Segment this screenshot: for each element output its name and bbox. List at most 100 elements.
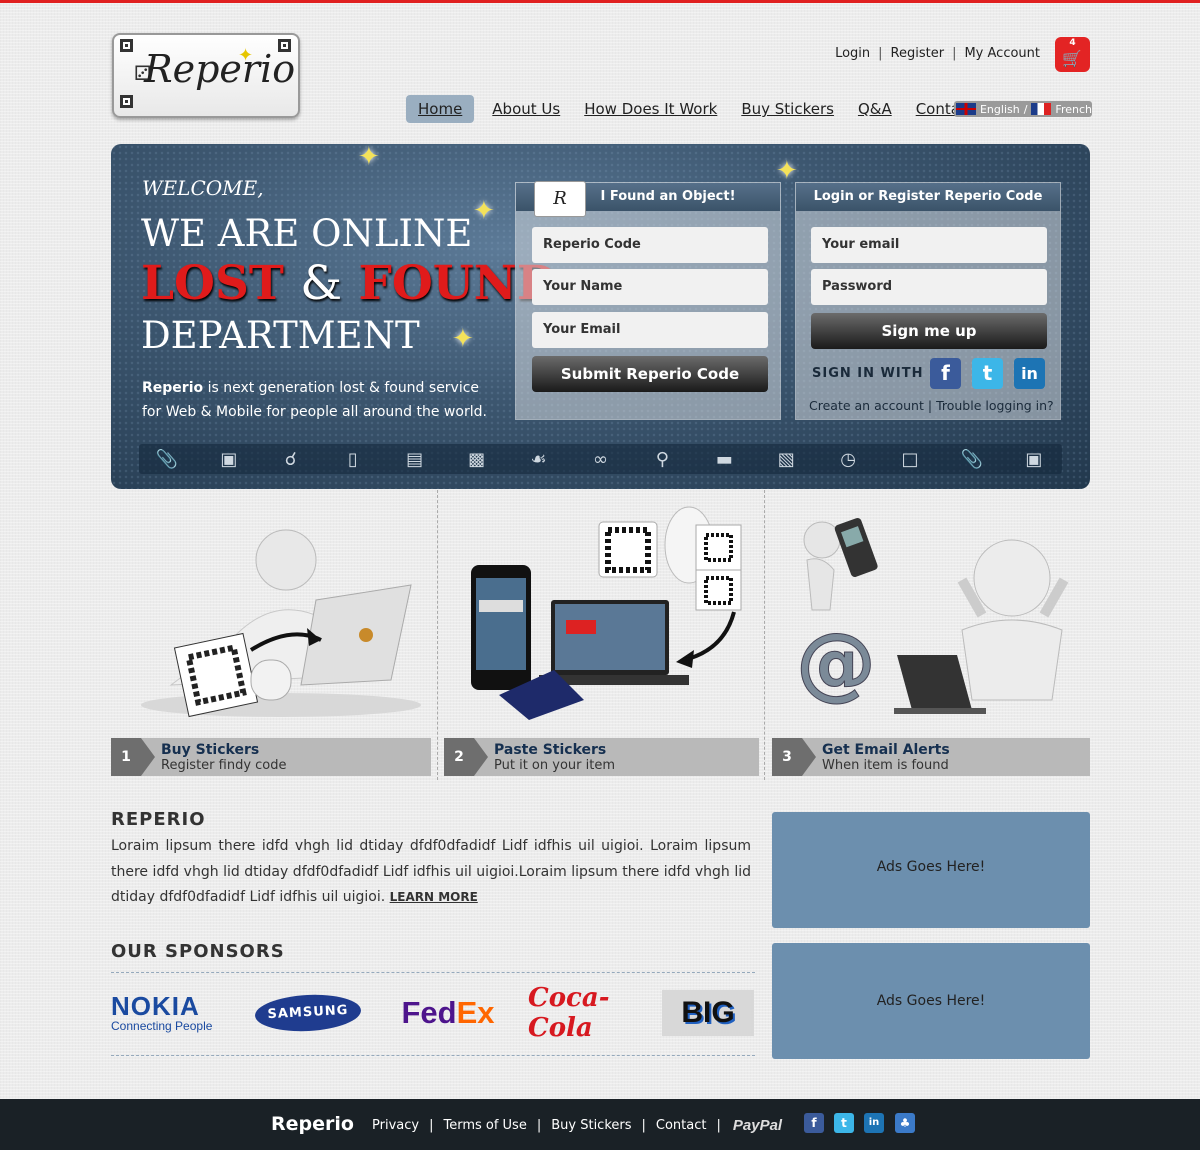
facebook-icon[interactable]: f: [930, 358, 961, 389]
login-panel-title: Login or Register Reperio Code: [796, 183, 1060, 211]
ad-slot[interactable]: Ads Goes Here!: [772, 812, 1090, 928]
found-object-form: I Found an Object! R Reperio Code Your N…: [515, 181, 781, 420]
hero-headline-2: LOST & FOUND: [141, 256, 558, 311]
step-1: 1 Buy Stickers Register findy code: [111, 490, 431, 780]
login-form: Login or Register Reperio Code Your emai…: [795, 182, 1061, 420]
lang-french[interactable]: French: [1055, 103, 1092, 116]
nav-buy-stickers[interactable]: Buy Stickers: [741, 100, 834, 118]
sponsors-title: OUR SPONSORS: [111, 941, 285, 962]
earphones-icon: ☙: [530, 448, 547, 470]
about-title: REPERIO: [111, 809, 206, 830]
site-logo[interactable]: ⚂ ✦ Reperio: [112, 33, 300, 118]
camera-icon: ▣: [1025, 448, 1043, 470]
footer-links: Privacy | Terms of Use | Buy Stickers | Con…: [372, 1117, 783, 1134]
sign-up-button[interactable]: Sign me up: [811, 313, 1047, 349]
qr-corner-icon: [120, 39, 133, 52]
paste-stickers-illustration: [471, 506, 742, 720]
glasses-icon: ∞: [592, 448, 608, 470]
sponsor-fedex-logo[interactable]: Fed Ex: [400, 990, 496, 1036]
uk-flag-icon[interactable]: [956, 103, 976, 115]
step-number: 1: [111, 738, 155, 776]
phone-icon: ▯: [347, 448, 358, 470]
step-number: 3: [772, 738, 816, 776]
briefcase-icon: ▧: [777, 448, 795, 470]
email-alerts-illustration: @: [796, 517, 1069, 714]
camcorder-icon: ▩: [468, 448, 486, 470]
logo-text: Reperio: [144, 47, 296, 91]
top-accent-bar: [0, 0, 1200, 3]
step-2: 2 Paste Stickers Put it on your item: [444, 490, 759, 780]
nav-home[interactable]: Home: [406, 95, 475, 123]
step-subtitle: Register findy code: [161, 758, 287, 773]
hero-description: Reperio is next generation lost & found …: [142, 380, 487, 420]
hero-headline-1: WE ARE ONLINE: [141, 212, 473, 255]
footer-buy-stickers-link[interactable]: Buy Stickers: [551, 1118, 631, 1133]
footer-privacy-link[interactable]: Privacy: [372, 1118, 419, 1133]
sparkle-icon: ✦: [452, 324, 474, 354]
about-text: Loraim lipsum there idfd vhgh lid dtiday…: [111, 838, 751, 905]
cart-button[interactable]: 4 🛒: [1055, 37, 1090, 72]
wallet-icon: ▬: [715, 448, 733, 470]
your-email-input[interactable]: Your Email: [532, 312, 768, 348]
account-help-links: Create an account | Trouble logging in?: [809, 398, 1054, 413]
reperio-code-input[interactable]: Reperio Code: [532, 227, 768, 263]
password-input[interactable]: Password: [811, 269, 1047, 305]
paperclip-icon: 📎: [960, 448, 984, 470]
paypal-logo: PayPal: [732, 1117, 783, 1134]
key-icon: ⚲: [655, 448, 669, 470]
hero-banner: ✦ ✦ ✦ ✦ WELCOME, WE ARE ONLINE LOST & FO…: [111, 144, 1090, 489]
found-panel-title: I Found an Object!: [600, 189, 736, 204]
sponsor-big-logo[interactable]: BIG: [662, 990, 754, 1036]
headphones-icon: ☌: [284, 448, 297, 470]
linkedin-icon[interactable]: in: [864, 1113, 884, 1133]
login-link[interactable]: Login: [835, 46, 870, 61]
sign-in-with-label: SIGN IN WITH: [812, 366, 924, 381]
cart-count-badge: 4: [1069, 38, 1076, 48]
main-nav: Home About Us How Does It Work Buy Stick…: [406, 95, 998, 123]
camera-icon: ▣: [220, 448, 238, 470]
mini-logo-icon: R: [534, 181, 586, 217]
account-links: Login | Register | My Account: [835, 46, 1040, 61]
footer-contact-link[interactable]: Contact: [656, 1118, 707, 1133]
divider: [111, 972, 755, 973]
item-icons-strip: 📎 ▣ ☌ ▯ ▤ ▩ ☙ ∞ ⚲ ▬ ▧ ◷ □ 📎 ▣: [139, 444, 1062, 474]
trouble-login-link[interactable]: Trouble logging in?: [936, 398, 1054, 413]
twitter-icon[interactable]: t: [972, 358, 1003, 389]
step-title: Buy Stickers: [161, 742, 260, 758]
ad-slot[interactable]: Ads Goes Here!: [772, 943, 1090, 1059]
sponsor-cocacola-logo[interactable]: Coca-Cola: [528, 983, 630, 1043]
lang-english[interactable]: English: [980, 103, 1020, 116]
cart-icon: 🛒: [1062, 49, 1082, 68]
footer-brand[interactable]: Reperio: [271, 1113, 354, 1135]
divider: [111, 1055, 755, 1056]
nav-qa[interactable]: Q&A: [858, 100, 892, 118]
monitor-icon: ▤: [406, 448, 424, 470]
qr-corner-icon: [120, 95, 133, 108]
sponsor-nokia-logo[interactable]: NOKIA Connecting People: [111, 990, 215, 1036]
svg-text:@: @: [796, 616, 876, 709]
sparkle-icon: ✦: [358, 144, 380, 172]
create-account-link[interactable]: Create an account: [809, 398, 924, 413]
france-flag-icon[interactable]: [1031, 103, 1052, 115]
step-title: Paste Stickers: [494, 742, 607, 758]
language-switcher: English / French: [954, 101, 1092, 117]
nav-about-us[interactable]: About Us: [492, 100, 560, 118]
submit-code-button[interactable]: Submit Reperio Code: [532, 356, 768, 392]
paperclip-icon: 📎: [155, 448, 179, 470]
twitter-icon[interactable]: t: [834, 1113, 854, 1133]
my-account-link[interactable]: My Account: [964, 46, 1040, 61]
share-icon[interactable]: ♣: [895, 1113, 915, 1133]
watch-icon: ◷: [840, 448, 856, 470]
nav-how-it-works[interactable]: How Does It Work: [584, 100, 717, 118]
your-name-input[interactable]: Your Name: [532, 269, 768, 305]
footer: Reperio Privacy | Terms of Use | Buy Stick…: [0, 1099, 1200, 1150]
register-link[interactable]: Register: [891, 46, 945, 61]
hero-welcome: WELCOME,: [142, 176, 264, 200]
facebook-icon[interactable]: f: [804, 1113, 824, 1133]
email-input[interactable]: Your email: [811, 227, 1047, 263]
linkedin-icon[interactable]: in: [1014, 358, 1045, 389]
sponsor-samsung-logo[interactable]: SAMSUNG: [254, 990, 362, 1036]
learn-more-link[interactable]: LEARN MORE: [390, 890, 478, 904]
step-subtitle: Put it on your item: [494, 758, 615, 773]
footer-terms-link[interactable]: Terms of Use: [443, 1118, 526, 1133]
